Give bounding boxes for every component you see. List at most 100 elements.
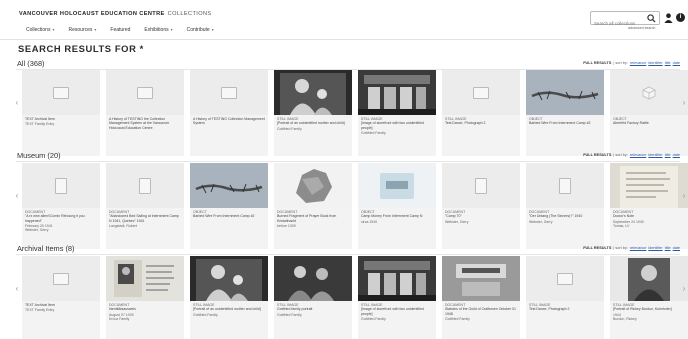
result-thumbnail[interactable] xyxy=(526,256,604,301)
site-logo[interactable]: VANCOUVER HOLOCAUST EDUCATION CENTRE COLL… xyxy=(19,11,212,17)
sort-relevance-link[interactable]: relevance xyxy=(630,246,646,250)
result-title[interactable]: [Portrait of an unidentified mother and … xyxy=(193,307,265,311)
result-title[interactable]: TEXT Archival Item xyxy=(25,117,97,121)
result-title[interactable]: "Abandoned Bed Sailing at Internment Cam… xyxy=(109,214,181,223)
result-thumbnail[interactable] xyxy=(358,70,436,115)
chevron-left-icon[interactable]: ‹ xyxy=(13,98,21,107)
nav-item-contribute[interactable]: Contribute ▾ xyxy=(187,27,214,33)
info-icon[interactable]: i xyxy=(676,13,685,22)
result-thumbnail[interactable] xyxy=(190,70,268,115)
brand-collections[interactable]: COLLECTIONS xyxy=(168,11,212,17)
result-card[interactable]: TEXT Archival Item TEXT Family Entry xyxy=(22,256,100,339)
result-title[interactable]: [Image of storefront with two unidentifi… xyxy=(361,307,433,316)
result-card[interactable]: TEXT Archival Item TEXT Family Entry xyxy=(22,70,100,156)
sort-date-link[interactable]: date xyxy=(673,61,680,65)
result-thumbnail[interactable] xyxy=(610,163,688,208)
full-results-link[interactable]: FULL RESULTS xyxy=(583,153,611,157)
result-thumbnail[interactable] xyxy=(106,256,184,301)
result-thumbnail[interactable] xyxy=(190,163,268,208)
advanced-search-link[interactable]: advanced search xyxy=(628,26,655,30)
result-title[interactable]: Burned Fragment of Prayer Book from Kris… xyxy=(277,214,349,223)
result-thumbnail[interactable] xyxy=(610,70,688,115)
result-thumbnail[interactable] xyxy=(358,163,436,208)
chevron-left-icon[interactable]: ‹ xyxy=(13,284,21,293)
search-icon[interactable] xyxy=(647,14,656,23)
result-thumbnail[interactable] xyxy=(106,163,184,208)
result-card[interactable]: OBJECT Aberfeld Factory Rattle xyxy=(610,70,688,156)
result-thumbnail[interactable] xyxy=(442,70,520,115)
result-title[interactable]: Identitätsausweis xyxy=(109,307,181,311)
result-title[interactable]: Test Dance, Photograph 2 xyxy=(529,307,601,311)
result-thumbnail[interactable] xyxy=(274,163,352,208)
full-results-link[interactable]: FULL RESULTS xyxy=(583,246,611,250)
nav-item-resources[interactable]: Resources ▾ xyxy=(68,27,96,33)
result-thumbnail[interactable] xyxy=(22,70,100,115)
result-title[interactable]: Aberfeld Factory Rattle xyxy=(613,121,685,125)
result-title[interactable]: A History of TESTING Collection Manageme… xyxy=(193,117,265,126)
result-thumbnail[interactable] xyxy=(274,256,352,301)
result-title[interactable]: Barbed Wire From Internment Camp #2 xyxy=(193,214,265,218)
chevron-left-icon[interactable]: ‹ xyxy=(13,191,21,200)
result-thumbnail[interactable] xyxy=(526,70,604,115)
result-card[interactable]: A History of TESTING Collection Manageme… xyxy=(190,70,268,156)
sort-date-link[interactable]: date xyxy=(673,246,680,250)
result-title[interactable]: TEXT Archival Item xyxy=(25,303,97,307)
result-card[interactable]: DOCUMENT Burned Fragment of Prayer Book f… xyxy=(274,163,352,249)
result-card[interactable]: OBJECT Camp Money From Internment Camp Nc… xyxy=(358,163,436,249)
result-card[interactable]: DOCUMENT Doctor's Note September 24 1940 T… xyxy=(610,163,688,249)
result-card[interactable]: OBJECT Barbed Wire From Internment Camp #… xyxy=(190,163,268,249)
result-card[interactable]: OBJECT Barbed Wire From Internment Camp #… xyxy=(526,70,604,156)
result-title[interactable]: [Image of storefront with two unidentifi… xyxy=(361,121,433,130)
nav-item-exhibitions[interactable]: Exhibitions ▾ xyxy=(144,27,172,33)
result-thumbnail[interactable] xyxy=(190,256,268,301)
sort-relevance-link[interactable]: relevance xyxy=(630,61,646,65)
result-thumbnail[interactable] xyxy=(22,163,100,208)
result-card[interactable]: DOCUMENT "Der Untang (The Sinners)?" 1940… xyxy=(526,163,604,249)
result-thumbnail[interactable] xyxy=(274,70,352,115)
result-card[interactable]: STILL IMAGE Gottfried family portrait Gott… xyxy=(274,256,352,339)
sort-title-link[interactable]: title xyxy=(665,153,671,157)
result-thumbnail[interactable] xyxy=(526,163,604,208)
result-card[interactable]: STILL IMAGE Test Dance, Photograph 2 xyxy=(526,256,604,339)
result-title[interactable]: Camp Money From Internment Camp N xyxy=(361,214,433,218)
user-icon[interactable] xyxy=(664,13,673,23)
result-card[interactable]: DOCUMENT "Abandoned Bed Sailing at Intern… xyxy=(106,163,184,249)
result-card[interactable]: DOCUMENT "A rx new alien!/Comin Rehoung i… xyxy=(22,163,100,249)
result-card[interactable]: STILL IMAGE Test Dance, Photograph 2 xyxy=(442,70,520,156)
result-card[interactable]: STILL IMAGE [Portrait of an unidentified … xyxy=(190,256,268,339)
result-card[interactable]: STILL IMAGE [Image of storefront with two… xyxy=(358,256,436,339)
result-thumbnail[interactable] xyxy=(442,163,520,208)
result-card[interactable]: A History of TESTING the Collection Mana… xyxy=(106,70,184,156)
result-thumbnail[interactable] xyxy=(442,256,520,301)
sort-identifier-link[interactable]: identifier xyxy=(648,246,662,250)
result-title[interactable]: Test Dance, Photograph 2 xyxy=(445,121,517,125)
result-card[interactable]: DOCUMENT Identitätsausweis August 07 1939 … xyxy=(106,256,184,339)
sort-title-link[interactable]: title xyxy=(665,61,671,65)
result-title[interactable]: Statutes of the Guild of Craftsmen Octob… xyxy=(445,307,517,316)
nav-item-featured[interactable]: Featured xyxy=(110,27,130,33)
result-title[interactable]: "Camp 70" xyxy=(445,214,517,218)
result-title[interactable]: [Portrait of Rickey Burdun, Kulmhofer] xyxy=(613,307,685,311)
result-title[interactable]: Barbed Wire From Internment Camp #2 xyxy=(529,121,601,125)
result-card[interactable]: DOCUMENT "Camp 70" Webster, Gerry xyxy=(442,163,520,249)
sort-title-link[interactable]: title xyxy=(665,246,671,250)
result-title[interactable]: [Portrait of an unidentified mother and … xyxy=(277,121,349,125)
result-thumbnail[interactable] xyxy=(610,256,688,301)
result-title[interactable]: Gottfried family portrait xyxy=(277,307,349,311)
result-card[interactable]: STILL IMAGE [Image of storefront with two… xyxy=(358,70,436,156)
sort-relevance-link[interactable]: relevance xyxy=(630,153,646,157)
result-title[interactable]: A History of TESTING the Collection Mana… xyxy=(109,117,181,130)
result-title[interactable]: "Der Untang (The Sinners)?" 1940 xyxy=(529,214,601,218)
result-card[interactable]: STILL IMAGE [Portrait of an unidentified … xyxy=(274,70,352,156)
result-thumbnail[interactable] xyxy=(358,256,436,301)
full-results-link[interactable]: FULL RESULTS xyxy=(583,61,611,65)
result-title[interactable]: "A rx new alien!/Comin Rehoung it you ha… xyxy=(25,214,97,223)
nav-item-collections[interactable]: Collections ▾ xyxy=(26,27,54,33)
result-thumbnail[interactable] xyxy=(106,70,184,115)
sort-identifier-link[interactable]: identifier xyxy=(648,153,662,157)
result-card[interactable]: DOCUMENT Statutes of the Guild of Craftsm… xyxy=(442,256,520,339)
chevron-right-icon[interactable]: › xyxy=(680,191,688,200)
brand-name[interactable]: VANCOUVER HOLOCAUST EDUCATION CENTRE xyxy=(19,11,165,17)
result-title[interactable]: Doctor's Note xyxy=(613,214,685,218)
chevron-right-icon[interactable]: › xyxy=(680,284,688,293)
